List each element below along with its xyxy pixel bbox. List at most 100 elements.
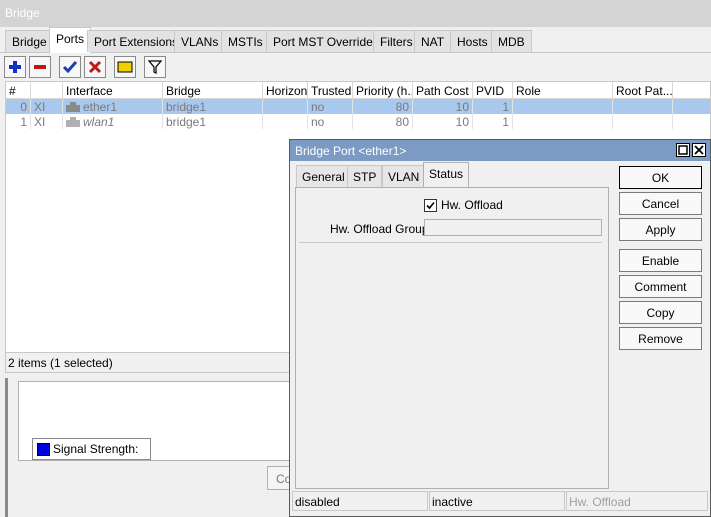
- cell-trusted: no: [308, 114, 353, 129]
- col-trusted[interactable]: Trusted: [308, 82, 353, 99]
- table-row[interactable]: 0 XI ether1 bridge1 no 80 10 1: [6, 99, 710, 114]
- tab-hosts[interactable]: Hosts: [450, 30, 495, 52]
- col-interface[interactable]: Interface: [63, 82, 163, 99]
- lower-panel: Signal Strength:: [5, 378, 298, 517]
- tab-mstis[interactable]: MSTIs: [221, 30, 270, 52]
- x-icon: [88, 60, 102, 74]
- tab-filters[interactable]: Filters: [373, 30, 420, 52]
- cell-role: [513, 99, 613, 114]
- window-title: Bridge: [0, 0, 711, 27]
- check-icon: [63, 61, 77, 74]
- hw-offload-checkbox[interactable]: Hw. Offload: [424, 198, 503, 212]
- enable-button-dialog[interactable]: Enable: [619, 249, 702, 272]
- cell-path-cost: 10: [413, 99, 473, 114]
- apply-button[interactable]: Apply: [619, 218, 702, 241]
- tab-port-extensions[interactable]: Port Extensions: [87, 30, 186, 52]
- interface-name: ether1: [83, 100, 118, 114]
- col-pvid[interactable]: PVID: [473, 82, 513, 99]
- cell-trusted: no: [308, 99, 353, 114]
- cell-flags: XI: [31, 99, 63, 114]
- enable-button[interactable]: [59, 56, 81, 78]
- tab-bridge[interactable]: Bridge: [5, 30, 54, 52]
- partial-button[interactable]: Co: [267, 466, 290, 490]
- interface-name: wlan1: [83, 115, 115, 129]
- tab-mdb[interactable]: MDB: [491, 30, 532, 52]
- comment-button[interactable]: [114, 56, 136, 78]
- checkbox-box[interactable]: [424, 198, 437, 212]
- cell-path-cost: 10: [413, 114, 473, 129]
- interface-icon: [66, 117, 80, 127]
- close-icon: [694, 145, 704, 155]
- cell-pvid: 1: [473, 114, 513, 129]
- cell-interface: wlan1: [63, 114, 163, 129]
- cell-flags: XI: [31, 114, 63, 129]
- dialog-status-hw-offload: Hw. Offload: [566, 491, 708, 511]
- signal-chart: Signal Strength:: [18, 381, 298, 461]
- toolbar: [0, 53, 711, 81]
- interface-icon: [66, 102, 80, 112]
- col-horizon[interactable]: Horizon: [263, 82, 308, 99]
- dialog-status-running: inactive: [429, 491, 565, 511]
- cell-horizon: [263, 114, 308, 129]
- legend-swatch: [37, 442, 50, 456]
- add-button[interactable]: [4, 56, 26, 78]
- cell-pvid: 1: [473, 99, 513, 114]
- chart-legend: Signal Strength:: [32, 438, 151, 460]
- cancel-button[interactable]: Cancel: [619, 192, 702, 215]
- plus-icon: [9, 61, 21, 73]
- remove-button-dialog[interactable]: Remove: [619, 327, 702, 350]
- cell-num: 1: [6, 114, 31, 129]
- hw-offload-label: Hw. Offload: [441, 198, 503, 212]
- cell-bridge: bridge1: [163, 99, 263, 114]
- remove-button[interactable]: [29, 56, 51, 78]
- tab-port-mst-overrides[interactable]: Port MST Overrides: [266, 30, 386, 52]
- dialog-status-enabled: disabled: [292, 491, 428, 511]
- dialog-tab-status[interactable]: Status: [423, 162, 470, 188]
- tab-bar: Bridge Ports Port Extensions VLANs MSTIs…: [0, 27, 711, 53]
- hw-offload-group-field: [424, 219, 602, 236]
- col-path-cost[interactable]: Path Cost: [413, 82, 473, 99]
- legend-label: Signal Strength:: [53, 442, 139, 456]
- table-header: # Interface Bridge Horizon Trusted Prior…: [6, 82, 710, 99]
- maximize-button[interactable]: [676, 143, 690, 157]
- col-role[interactable]: Role: [513, 82, 613, 99]
- cell-root-path: [613, 99, 673, 114]
- close-button[interactable]: [692, 143, 706, 157]
- cell-root-path: [613, 114, 673, 129]
- minus-icon: [34, 65, 46, 69]
- cell-horizon: [263, 99, 308, 114]
- tab-nat[interactable]: NAT: [414, 30, 452, 52]
- comment-button-dialog[interactable]: Comment: [619, 275, 702, 298]
- disable-button[interactable]: [84, 56, 106, 78]
- items-status: 2 items (1 selected): [5, 353, 290, 373]
- col-root-path[interactable]: Root Pat...: [613, 82, 673, 99]
- col-flags[interactable]: [31, 82, 63, 99]
- col-num[interactable]: #: [6, 82, 31, 99]
- checkmark-icon: [426, 201, 435, 209]
- cell-interface: ether1: [63, 99, 163, 114]
- cell-priority: 80: [353, 99, 413, 114]
- dialog-tab-vlan[interactable]: VLAN: [382, 165, 426, 187]
- cell-num: 0: [6, 99, 31, 114]
- maximize-icon: [678, 145, 688, 155]
- col-priority[interactable]: Priority (h...: [353, 82, 413, 99]
- dialog-tab-general[interactable]: General: [296, 165, 351, 187]
- hw-offload-group-label: Hw. Offload Group:: [330, 222, 432, 236]
- tab-ports[interactable]: Ports: [49, 27, 92, 53]
- cell-role: [513, 114, 613, 129]
- copy-button[interactable]: Copy: [619, 301, 702, 324]
- divider: [299, 242, 602, 243]
- dialog-tab-stp[interactable]: STP: [347, 165, 383, 187]
- filter-button[interactable]: [144, 56, 166, 78]
- comment-icon: [117, 61, 133, 73]
- cell-bridge: bridge1: [163, 114, 263, 129]
- filter-icon: [148, 60, 162, 74]
- ok-button[interactable]: OK: [619, 166, 702, 189]
- table-row[interactable]: 1 XI wlan1 bridge1 no 80 10 1: [6, 114, 710, 129]
- tab-vlans[interactable]: VLANs: [174, 30, 226, 52]
- dialog-body: Hw. Offload Hw. Offload Group:: [295, 187, 609, 489]
- col-bridge[interactable]: Bridge: [163, 82, 263, 99]
- cell-priority: 80: [353, 114, 413, 129]
- dialog-title: Bridge Port <ether1>: [290, 140, 710, 161]
- bridge-port-dialog: Bridge Port <ether1> General STP VLAN St…: [289, 139, 711, 517]
